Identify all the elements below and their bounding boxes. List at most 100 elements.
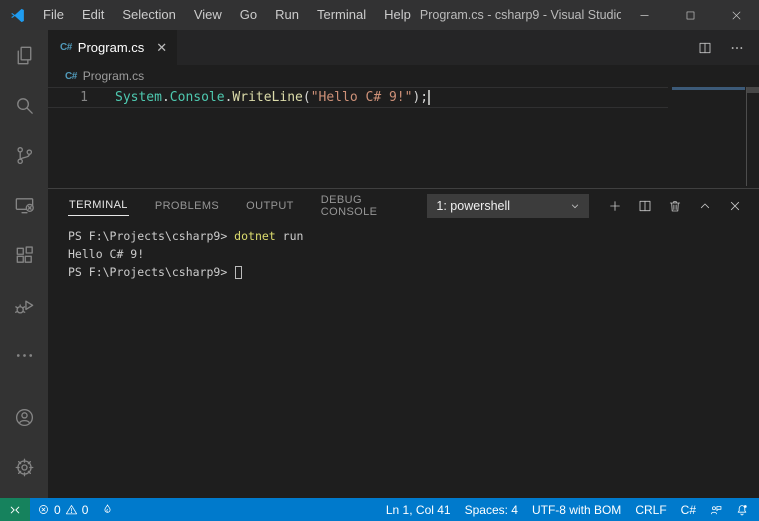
indentation[interactable]: Spaces: 4 [458,498,525,521]
activitybar-item-account[interactable] [0,392,48,442]
tab-bar: C# Program.cs ✕ [48,30,759,65]
tab-program-cs[interactable]: C# Program.cs ✕ [48,30,177,65]
terminal-text: PS F:\Projects\csharp9> [68,265,234,279]
panel-tab-problems[interactable]: PROBLEMS [154,196,220,216]
editor-cursor [428,90,430,105]
title-bar: FileEditSelectionViewGoRunTerminalHelp P… [0,0,759,30]
terminal-text: Hello C# 9! [68,247,144,261]
activity-bottom [0,392,48,492]
activity-bar [0,30,48,498]
panel-tabs: TERMINAL PROBLEMS OUTPUT DEBUG CONSOLE [68,190,427,222]
more-actions-icon[interactable] [729,40,745,56]
menu-bar: FileEditSelectionViewGoRunTerminalHelp [34,0,420,30]
panel-header: TERMINAL PROBLEMS OUTPUT DEBUG CONSOLE 1: p… [48,189,759,222]
terminal-text: run [276,229,304,243]
source-control-icon [13,144,36,167]
panel-tab-terminal[interactable]: TERMINAL [68,195,129,216]
panel-tab-debug-console[interactable]: DEBUG CONSOLE [320,190,403,222]
language-mode[interactable]: C# [674,498,703,521]
code-text: System.Console.WriteLine("Hello C# 9!"); [115,90,430,105]
warnings-icon [65,503,78,516]
remote-explorer-icon [13,194,36,217]
notifications-icon[interactable] [729,498,755,521]
minimize-button[interactable] [621,0,667,30]
activitybar-item-source-control[interactable] [0,130,48,180]
menu-view[interactable]: View [185,0,231,30]
vscode-logo-icon [0,7,34,24]
cursor-position[interactable]: Ln 1, Col 41 [379,498,458,521]
code-token: "Hello C# 9!" [311,90,413,105]
line-number: 1 [48,90,88,105]
maximize-icon [684,9,697,22]
errors-icon [37,503,50,516]
editor-actions [697,30,759,65]
code-token: ( [303,90,311,105]
activitybar-item-extensions[interactable] [0,230,48,280]
terminal-line: PS F:\Projects\csharp9> [68,263,759,281]
remote-indicator[interactable] [0,498,30,521]
terminal-cursor [235,266,242,279]
panel-tab-output[interactable]: OUTPUT [245,196,295,216]
activitybar-item-search[interactable] [0,80,48,130]
encoding[interactable]: UTF-8 with BOM [525,498,628,521]
tab-label: Program.cs [78,40,144,55]
minimap[interactable] [672,87,745,90]
settings-icon [13,456,36,479]
menu-help[interactable]: Help [375,0,420,30]
run-and-debug-icon [13,294,36,317]
chevron-down-icon [567,198,583,214]
terminal-line: PS F:\Projects\csharp9> dotnet run [68,227,759,245]
panel-actions [589,198,759,214]
activitybar-item-run-and-debug[interactable] [0,280,48,330]
search-icon [13,94,36,117]
csharp-file-icon: C# [60,42,72,53]
menu-terminal[interactable]: Terminal [308,0,375,30]
editor-group: C# Program.cs ✕ C# Program.cs 1 System. C… [48,30,759,498]
code-token: System [115,90,162,105]
activitybar-item-explorer[interactable] [0,30,48,80]
terminal-text: PS F:\Projects\csharp9> [68,229,234,243]
menu-file[interactable]: File [34,0,73,30]
split-editor-icon[interactable] [697,40,713,56]
maximize-button[interactable] [667,0,713,30]
problems-status[interactable]: 00 [30,498,95,521]
activitybar-item-settings[interactable] [0,442,48,492]
window-title: Program.cs - csharp9 - Visual Studio ... [420,8,621,22]
activitybar-item-more[interactable] [0,330,48,380]
tab-close-icon[interactable]: ✕ [156,41,167,54]
csharp-file-icon: C# [65,71,77,82]
breadcrumb-label: Program.cs [83,69,144,83]
terminal-line: Hello C# 9! [68,245,759,263]
flame-icon[interactable] [95,498,120,521]
split-terminal-icon[interactable] [637,198,653,214]
explorer-icon [13,44,36,67]
eol[interactable]: CRLF [628,498,673,521]
close-panel-icon[interactable] [727,198,743,214]
menu-go[interactable]: Go [231,0,266,30]
account-icon [13,406,36,429]
activitybar-item-remote-explorer[interactable] [0,180,48,230]
minimap-separator [746,87,747,186]
menu-selection[interactable]: Selection [113,0,184,30]
errors-count: 0 [54,503,61,517]
breadcrumb[interactable]: C# Program.cs [48,65,759,87]
kill-terminal-icon[interactable] [667,198,683,214]
menu-edit[interactable]: Edit [73,0,113,30]
code-token: . [162,90,170,105]
maximize-panel-icon[interactable] [697,198,713,214]
terminal-selector[interactable]: 1: powershell [427,194,589,218]
more-icon [13,344,36,367]
window-controls [621,0,759,30]
scrollbar-thumb[interactable] [747,87,759,93]
new-terminal-icon[interactable] [607,198,623,214]
menu-run[interactable]: Run [266,0,308,30]
feedback-icon[interactable] [703,498,729,521]
minimize-icon [638,9,651,22]
code-token: WriteLine [232,90,302,105]
terminal-output[interactable]: PS F:\Projects\csharp9> dotnet run Hello … [68,227,759,281]
close-button[interactable] [713,0,759,30]
extensions-icon [13,244,36,267]
code-editor[interactable]: 1 System.Console.WriteLine("Hello C# 9!"… [48,87,759,188]
warnings-count: 0 [82,503,89,517]
vscode-window: FileEditSelectionViewGoRunTerminalHelp P… [0,0,759,521]
